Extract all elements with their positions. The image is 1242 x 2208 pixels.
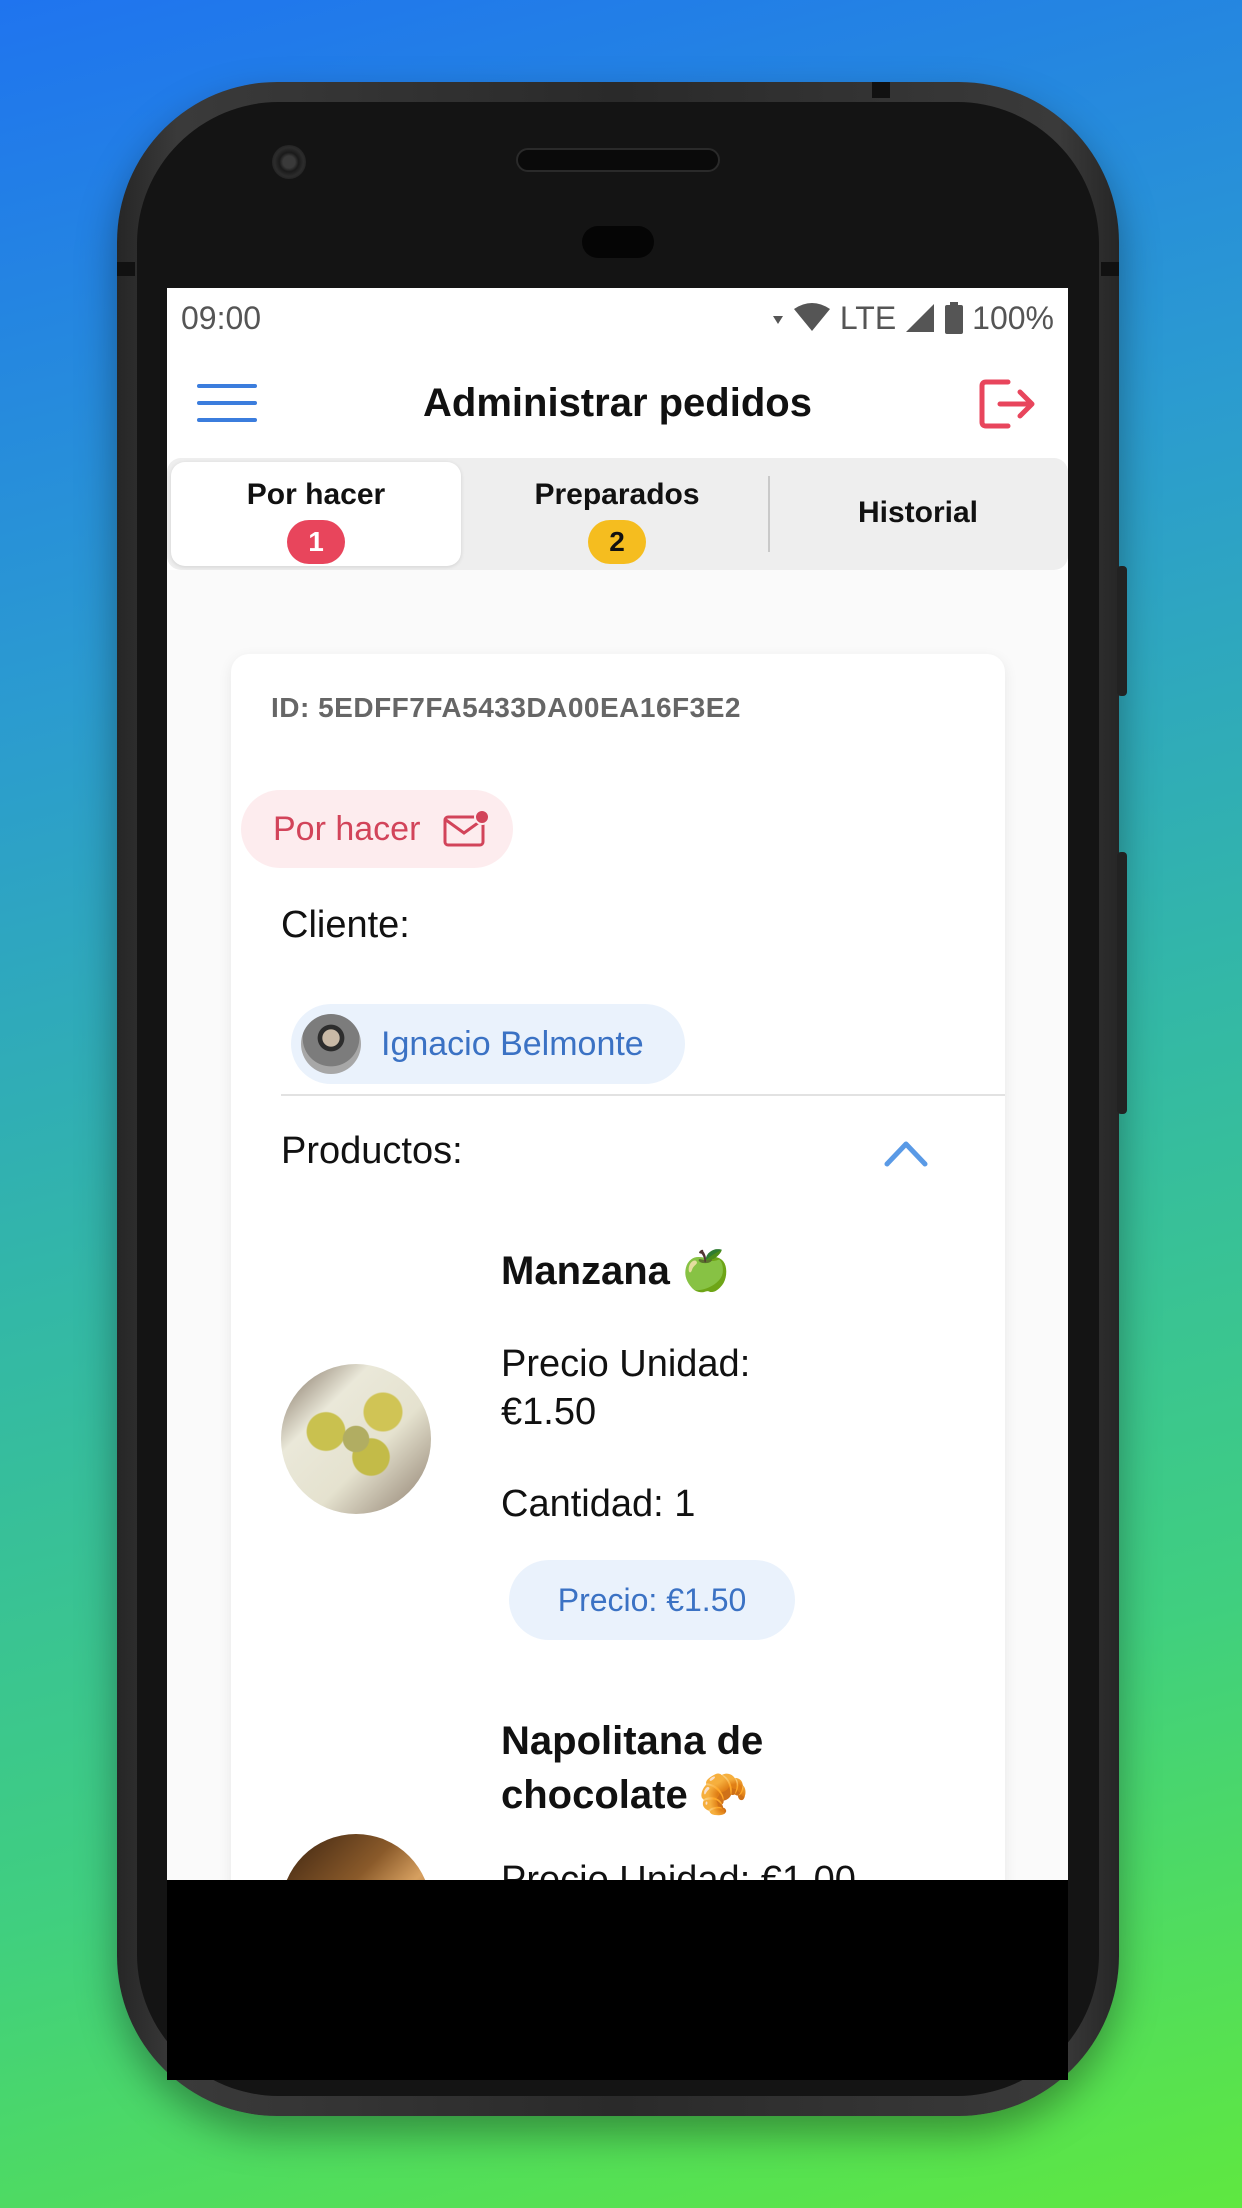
cell-signal-icon (906, 304, 935, 332)
tab-historial[interactable]: Historial (773, 462, 1063, 566)
client-chip[interactable]: Ignacio Belmonte (291, 1004, 685, 1084)
product-name: Napolitana de chocolate 🥐 (501, 1719, 764, 1817)
status-bar: 09:00 LTE 100% (167, 288, 1068, 348)
battery-icon (945, 302, 964, 334)
client-name: Ignacio Belmonte (381, 1024, 644, 1063)
tab-por-hacer[interactable]: Por hacer 1 (171, 462, 461, 566)
proximity-sensor (582, 226, 654, 258)
signal-arrow-icon (772, 316, 783, 324)
unit-price-value: €1.50 (501, 1391, 597, 1433)
tab-label: Preparados (534, 478, 700, 511)
divider (281, 1094, 1005, 1096)
logout-icon[interactable] (978, 376, 1038, 432)
volume-button (1117, 852, 1127, 1114)
status-chip: Por hacer (241, 790, 513, 868)
client-label: Cliente: (281, 904, 410, 946)
earpiece-speaker (516, 148, 720, 172)
unit-price-text: Precio Unidad: €1.00 (501, 1859, 856, 1880)
unit-price-label: Precio Unidad: (501, 1343, 751, 1385)
quantity-text: Cantidad: 1 (501, 1483, 696, 1525)
wifi-icon (793, 303, 830, 331)
tab-label: Historial (857, 496, 979, 529)
front-camera (272, 145, 306, 179)
battery-level: 100% (972, 299, 1054, 336)
tab-bar: Por hacer 1 Preparados 2 Historial (167, 458, 1068, 570)
network-type: LTE (839, 299, 897, 336)
status-time: 09:00 (181, 299, 262, 336)
chevron-up-icon[interactable] (881, 1134, 931, 1170)
antenna-line (117, 262, 135, 276)
app-screen: 09:00 LTE 100% Administrar pedidos Por h… (167, 288, 1068, 1880)
product-name: Manzana 🍏 (501, 1249, 731, 1293)
avatar (301, 1014, 361, 1074)
power-button (1117, 566, 1127, 696)
tab-divider (768, 476, 770, 552)
count-badge: 1 (287, 520, 345, 564)
tab-label: Por hacer (246, 478, 386, 511)
product-image (281, 1834, 431, 1880)
status-chip-label: Por hacer (273, 809, 421, 848)
status-icons: LTE 100% (772, 300, 1054, 337)
antenna-line (872, 82, 890, 98)
app-bar: Administrar pedidos (167, 348, 1068, 458)
order-id: ID: 5EDFF7FA5433DA00EA16F3E2 (271, 692, 741, 723)
antenna-line (1101, 262, 1119, 276)
price-chip: Precio: €1.50 (509, 1560, 795, 1640)
page-title: Administrar pedidos (423, 381, 812, 425)
products-label: Productos: (281, 1130, 463, 1172)
count-badge: 2 (588, 520, 646, 564)
mail-notification-icon (443, 809, 491, 847)
order-card: ID: 5EDFF7FA5433DA00EA16F3E2 Por hacer C… (231, 654, 1005, 1880)
navigation-bar-area (167, 1880, 1068, 2080)
tab-preparados[interactable]: Preparados 2 (472, 462, 762, 566)
product-image (281, 1364, 431, 1514)
